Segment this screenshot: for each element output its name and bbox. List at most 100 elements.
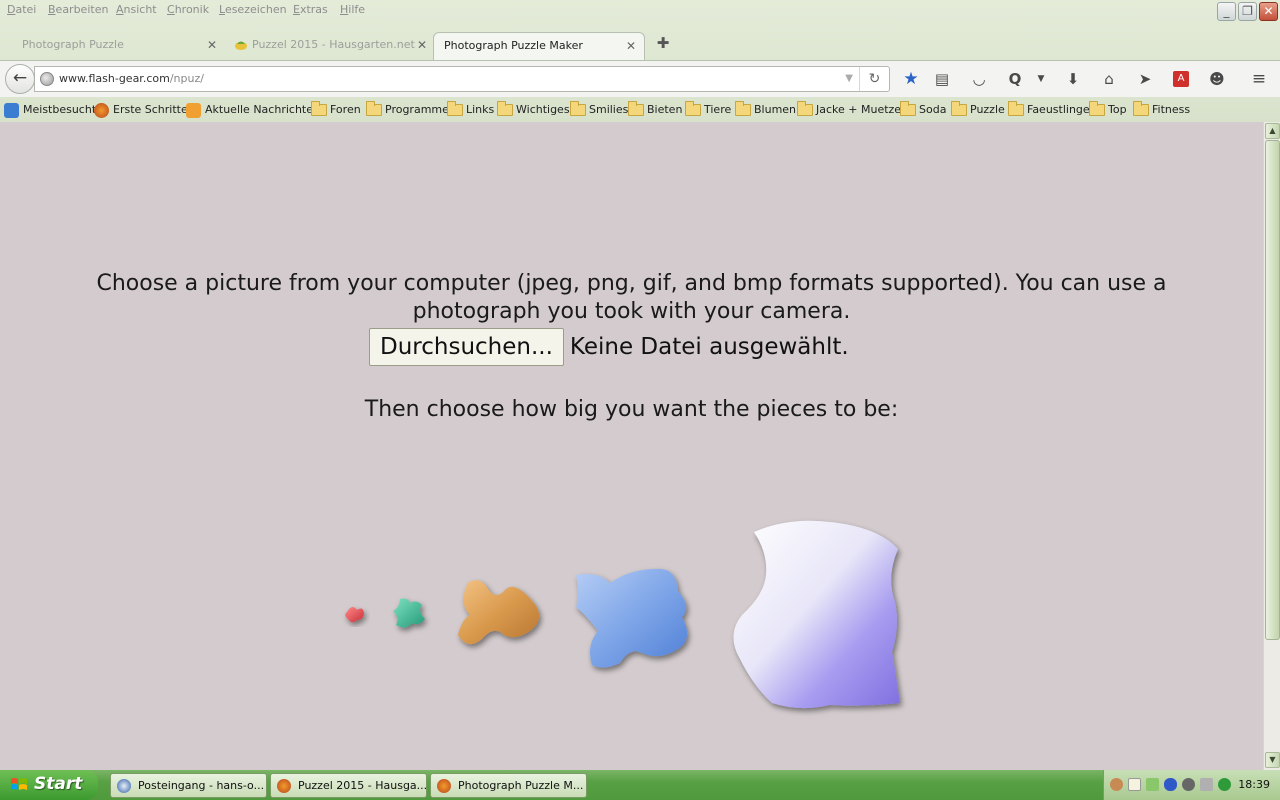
bookmark-label: Fitness [1152,103,1191,116]
pocket-icon[interactable]: ◡ [967,67,991,91]
bookmark-links[interactable]: Links [447,101,495,118]
piece-size-small[interactable] [393,598,425,628]
folder-icon [366,101,382,116]
tab-strip: Photograph Puzzle ✕ Puzzel 2015 - Hausga… [0,30,1280,60]
bookmark-label: Foren [330,103,361,116]
tab-hausgarten[interactable]: Puzzel 2015 - Hausgarten.net ✕ [230,32,435,60]
tray-arrow-icon[interactable] [1110,778,1123,791]
tray-disk-icon[interactable] [1182,778,1195,791]
send-icon[interactable]: ➤ [1133,67,1157,91]
bookmark-top[interactable]: Top [1089,101,1127,118]
menu-extras[interactable]: Extras [293,3,328,16]
bookmark-meistbesucht[interactable]: Meistbesucht [4,102,96,118]
menu-datei[interactable]: Datei [7,3,36,16]
folder-icon [447,101,463,116]
chat-icon[interactable]: ☻ [1205,67,1229,91]
tab-close-icon[interactable]: ✕ [626,33,636,59]
bookmark-label: Faeustlinge [1027,103,1090,116]
task-photograph-puzzle[interactable]: Photograph Puzzle M... [430,773,587,798]
menu-icon[interactable]: ≡ [1247,67,1271,91]
globe-icon [40,72,54,86]
bluetooth-icon[interactable] [1164,778,1177,791]
restore-icon: ❐ [1242,4,1253,18]
browse-button[interactable]: Durchsuchen... [369,328,564,366]
no-file-label: Keine Datei ausgewählt. [569,334,849,360]
folder-icon [1133,101,1149,116]
folder-icon [628,101,644,116]
tray-document-icon[interactable] [1128,778,1141,791]
reload-icon[interactable]: ↻ [859,67,889,91]
menu-ansicht[interactable]: Ansicht [116,3,157,16]
bookmark-wichtiges[interactable]: Wichtiges [497,101,570,118]
bookmark-jacke-muetze[interactable]: Jacke + Muetze [797,101,902,118]
bookmark-label: Aktuelle Nachrichten [205,103,320,116]
piece-size-tiny[interactable] [345,606,364,623]
bookmark-blumen[interactable]: Blumen [735,101,796,118]
bookmark-puzzle[interactable]: Puzzle [951,101,1005,118]
close-window-button[interactable]: ✕ [1259,2,1278,21]
menu-lesezeichen[interactable]: Lesezeichen [219,3,287,16]
reading-list-icon[interactable]: ▤ [930,67,954,91]
tray-security-icon[interactable] [1146,778,1159,791]
rss-icon [186,103,201,118]
mail-icon [117,779,131,793]
task-puzzel[interactable]: Puzzel 2015 - Hausga... [270,773,427,798]
tab-close-icon[interactable]: ✕ [207,32,217,58]
piece-size-huge[interactable] [733,520,900,709]
bookmark-aktuelle-nachrichten[interactable]: Aktuelle Nachrichten [186,102,320,118]
file-input: Durchsuchen... Keine Datei ausgewählt. [369,328,849,366]
folder-icon [685,101,701,116]
smart-folder-icon [4,103,19,118]
windows-taskbar: Start Posteingang - hans-o... Puzzel 201… [0,770,1280,800]
tray-power-icon[interactable] [1200,778,1213,791]
piece-size-medium[interactable] [458,580,540,645]
tab-close-icon[interactable]: ✕ [417,32,427,58]
tab-photograph-puzzle-maker[interactable]: Photograph Puzzle Maker ✕ [433,32,645,60]
wifi-icon[interactable] [1218,778,1231,791]
minimize-button[interactable]: _ [1217,2,1236,21]
acrobat-icon[interactable]: A [1173,71,1189,87]
bookmark-bieten[interactable]: Bieten [628,101,682,118]
bookmark-fitness[interactable]: Fitness [1133,101,1191,118]
bookmark-smilies[interactable]: Smilies [570,101,628,118]
history-dropdown-icon[interactable]: ▼ [845,67,853,91]
scroll-up-icon[interactable]: ▲ [1265,123,1280,139]
bookmark-label: Jacke + Muetze [816,103,902,116]
restore-button[interactable]: ❐ [1238,2,1257,21]
bookmark-label: Links [466,103,495,116]
system-tray: 18:39 [1103,770,1280,800]
q-dropdown-icon[interactable]: ▼ [1029,67,1053,91]
back-arrow-icon: ← [12,68,28,88]
bookmark-tiere[interactable]: Tiere [685,101,731,118]
back-button[interactable]: ← [5,64,35,94]
menu-chronik[interactable]: Chronik [167,3,209,16]
download-icon[interactable]: ⬇ [1061,67,1085,91]
bookmark-erste-schritte[interactable]: Erste Schritte [94,102,188,118]
bookmark-foren[interactable]: Foren [311,101,361,118]
bookmark-faeustlinge[interactable]: Faeustlinge [1008,101,1090,118]
bookmark-programme[interactable]: Programme [366,101,449,118]
menu-hilfe[interactable]: Hilfe [340,3,365,16]
bookmark-label: Wichtiges [516,103,570,116]
navigation-bar: www.flash-gear.com/npuz/ ▼ ↻ ← ★ ▤ ◡ Q ▼… [0,60,1280,97]
address-bar[interactable]: www.flash-gear.com/npuz/ ▼ ↻ [34,66,890,92]
star-icon[interactable]: ★ [899,67,923,91]
bookmark-soda[interactable]: Soda [900,101,946,118]
bookmark-label: Erste Schritte [113,103,188,116]
start-button[interactable]: Start [0,770,98,800]
home-icon[interactable]: ⌂ [1097,67,1121,91]
q-icon[interactable]: Q [1003,67,1027,91]
tab-label: Photograph Puzzle [22,38,124,51]
tab-label: Puzzel 2015 - Hausgarten.net [252,38,415,51]
folder-icon [1089,101,1105,116]
folder-icon [797,101,813,116]
tab-photograph-puzzle[interactable]: Photograph Puzzle ✕ [0,32,225,60]
scroll-down-icon[interactable]: ▼ [1265,752,1280,768]
new-tab-button[interactable]: ✚ [655,35,671,51]
task-posteingang[interactable]: Posteingang - hans-o... [110,773,267,798]
menu-bearbeiten[interactable]: Bearbeiten [48,3,108,16]
url-path: /npuz/ [169,72,204,85]
scroll-thumb[interactable] [1265,140,1280,640]
vertical-scrollbar[interactable]: ▲ ▼ [1263,122,1280,770]
piece-size-large[interactable] [576,568,688,668]
